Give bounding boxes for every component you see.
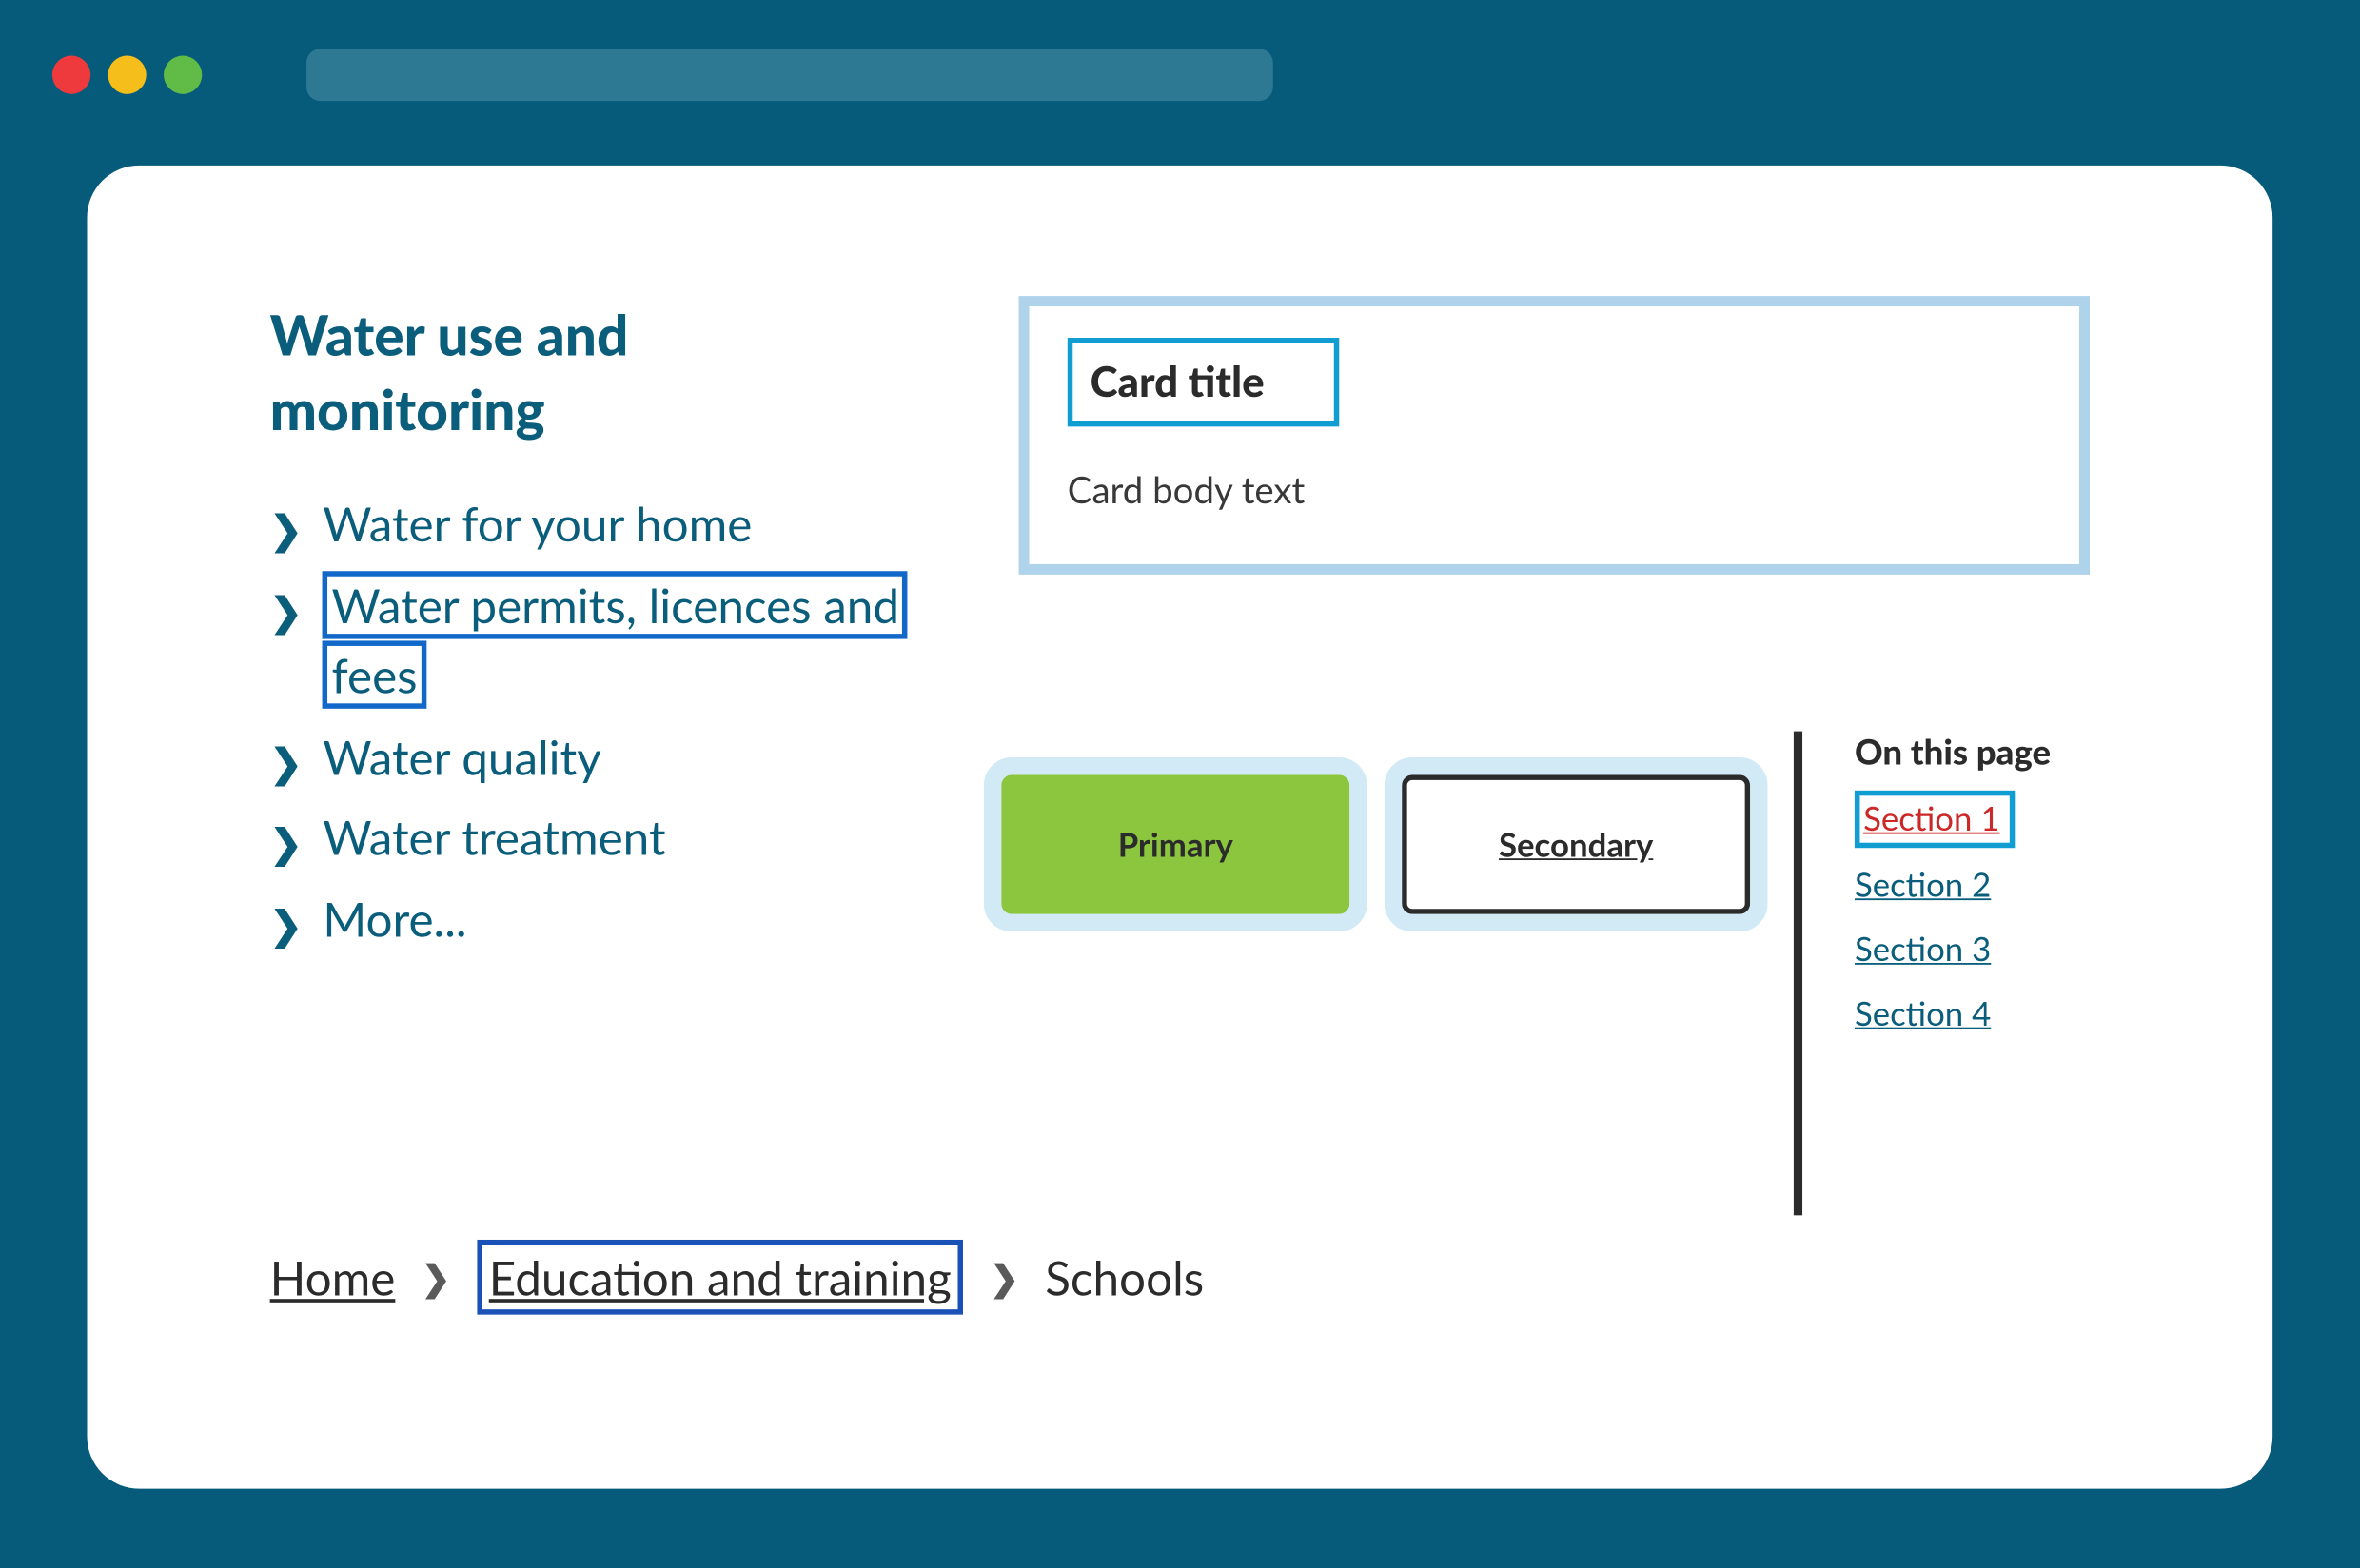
address-bar[interactable] (306, 48, 1273, 100)
on-this-page-link-section-3[interactable]: Section 3 (1855, 930, 2090, 970)
chevron-right-icon: ❯ (990, 1256, 1019, 1298)
nav-item-water-permits[interactable]: ❯ Water permits, licences and fees (270, 571, 914, 712)
breadcrumb: Home ❯ Education and training ❯ Schools (270, 1240, 1205, 1315)
nav-item-label: Water for your home (323, 490, 914, 560)
page-content: Water use and monitoring ❯ Water for you… (88, 166, 2273, 1489)
on-this-page-title: On this page (1855, 732, 2090, 774)
nav-item-label: Water treatment (323, 803, 914, 873)
card-widget: Card title Card body text (1019, 296, 2090, 575)
nav-item-water-quality[interactable]: ❯ Water quality (270, 722, 914, 793)
nav-item-label: Water permits, licences and fees (323, 571, 908, 709)
sidebar-nav: Water use and monitoring ❯ Water for you… (270, 296, 914, 965)
nav-item-more[interactable]: ❯ More... (270, 884, 914, 954)
secondary-button[interactable]: Secondary (1402, 774, 1750, 913)
breadcrumb-current: Schools (1045, 1248, 1204, 1305)
sidebar-title: Water use and monitoring (270, 296, 914, 446)
chevron-right-icon: ❯ (270, 500, 303, 558)
card-title: Card title (1091, 357, 1265, 407)
card-body: Card body text (1068, 468, 2041, 512)
maximize-window-button[interactable] (164, 55, 202, 93)
primary-button-label: Primary (1118, 825, 1233, 865)
on-this-page-link-section-1[interactable]: Section 1 (1855, 791, 2016, 848)
on-this-page-link-section-2[interactable]: Section 2 (1855, 866, 2090, 906)
secondary-button-label: Secondary (1499, 825, 1653, 865)
nav-item-water-home[interactable]: ❯ Water for your home (270, 490, 914, 560)
close-window-button[interactable] (52, 55, 90, 93)
nav-item-water-treatment[interactable]: ❯ Water treatment (270, 803, 914, 873)
breadcrumb-home[interactable]: Home (270, 1248, 396, 1305)
breadcrumb-education[interactable]: Education and training (477, 1240, 964, 1315)
nav-item-label: Water quality (323, 722, 914, 793)
nav-list: ❯ Water for your home ❯ Water permits, l… (270, 490, 914, 955)
card-title-container[interactable]: Card title (1068, 338, 1340, 426)
primary-button[interactable]: Primary (1001, 774, 1349, 913)
chevron-right-icon: ❯ (270, 813, 303, 871)
on-this-page-link-section-4[interactable]: Section 4 (1855, 994, 2090, 1034)
minimize-window-button[interactable] (108, 55, 146, 93)
nav-item-label: More... (323, 884, 914, 954)
on-this-page-nav: On this page Section 1 Section 2 Section… (1794, 732, 2090, 1216)
chevron-right-icon: ❯ (270, 894, 303, 951)
chevron-right-icon: ❯ (270, 581, 303, 638)
chevron-right-icon: ❯ (422, 1256, 451, 1298)
main-column: Card title Card body text Primary Second… (1019, 296, 2090, 965)
chevron-right-icon: ❯ (270, 733, 303, 790)
browser-titlebar (0, 0, 2360, 148)
